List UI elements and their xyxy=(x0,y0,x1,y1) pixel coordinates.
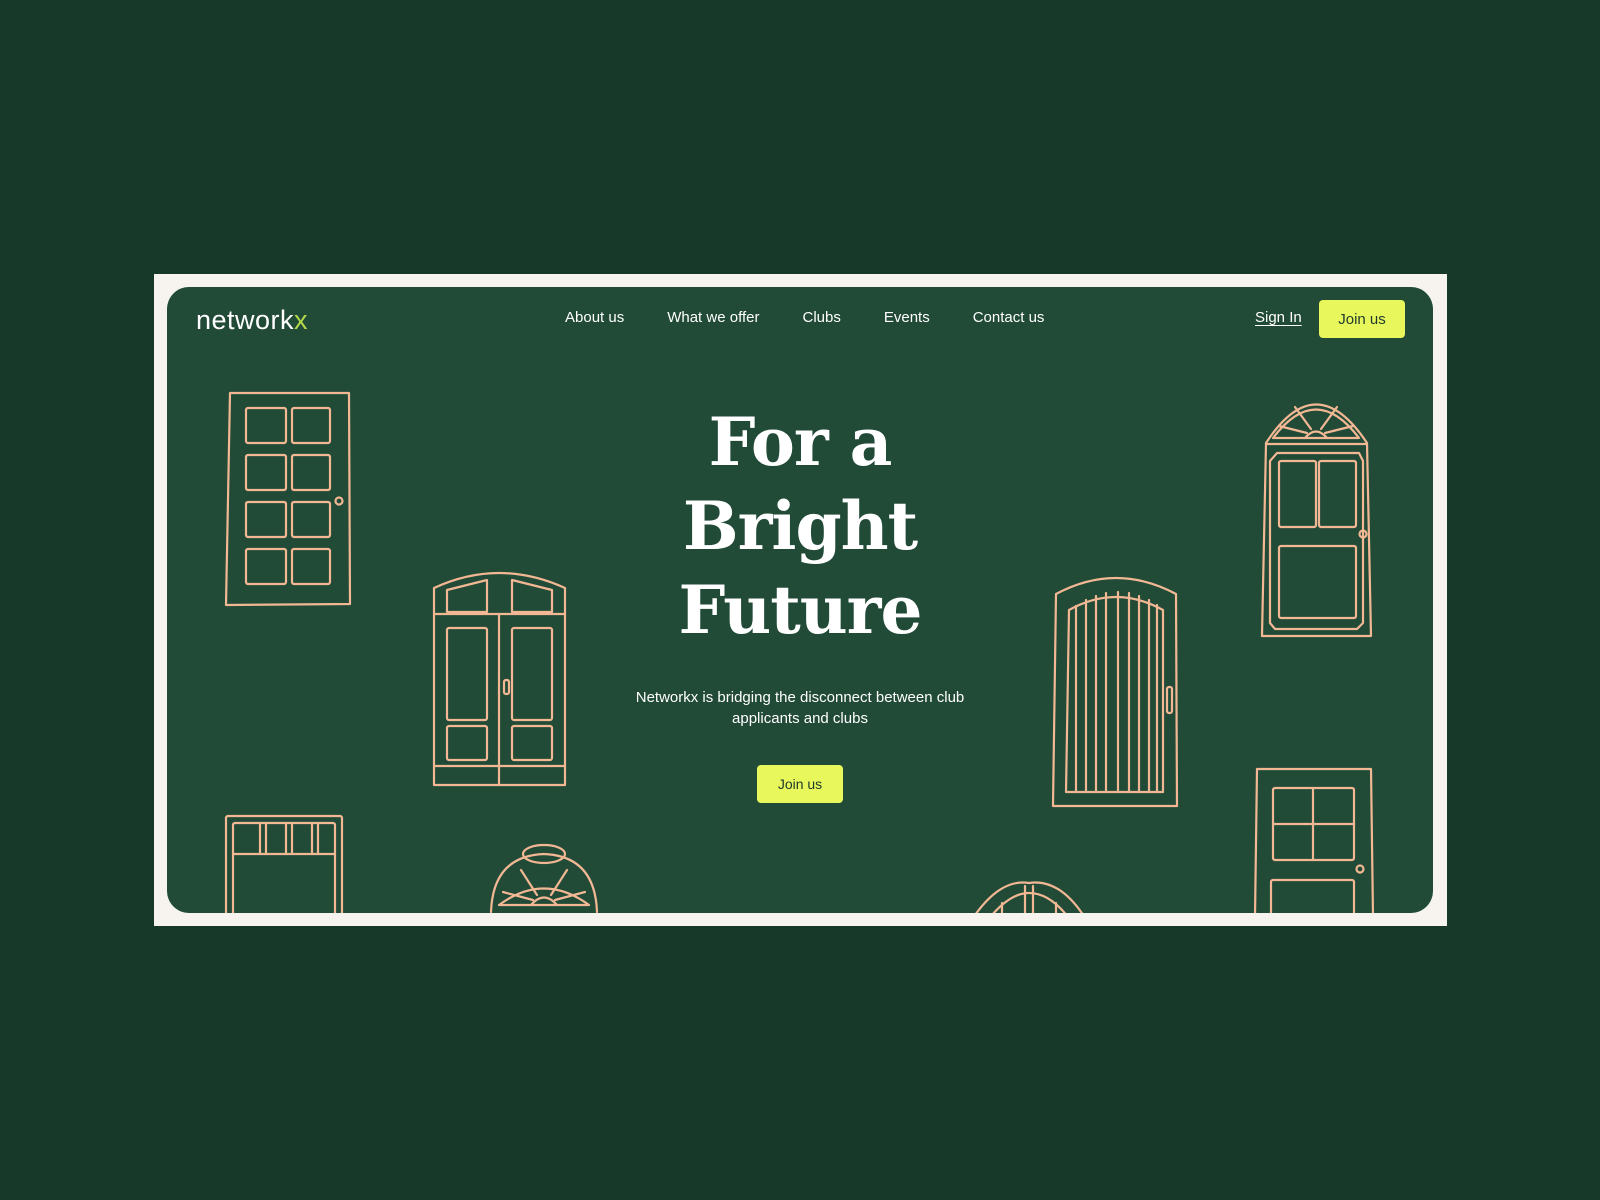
headline-line: Future xyxy=(678,571,923,649)
door-transom-icon xyxy=(224,814,344,913)
door-eight-panel-icon xyxy=(224,391,352,607)
headline-line: For a xyxy=(708,403,893,481)
logo-accent: x xyxy=(294,305,309,335)
hero-headline: For a Bright Future xyxy=(550,400,1050,652)
nav-events[interactable]: Events xyxy=(884,309,930,326)
nav-what-we-offer[interactable]: What we offer xyxy=(667,309,759,326)
door-fanlight-icon xyxy=(1260,403,1373,638)
door-fanlight-small-icon xyxy=(489,843,599,913)
nav-clubs[interactable]: Clubs xyxy=(802,309,840,326)
join-us-button-hero[interactable]: Join us xyxy=(757,765,843,803)
logo[interactable]: networkx xyxy=(196,305,308,336)
hero-section: networkx About us What we offer Clubs Ev… xyxy=(167,287,1433,913)
door-four-pane-icon xyxy=(1253,767,1375,913)
browser-frame: networkx About us What we offer Clubs Ev… xyxy=(154,274,1447,926)
sign-in-link[interactable]: Sign In xyxy=(1255,309,1302,326)
door-planked-arched-icon xyxy=(1051,576,1179,808)
nav-about-us[interactable]: About us xyxy=(565,309,624,326)
door-double-arched-icon xyxy=(432,571,567,787)
hero-subtitle: Networkx is bridging the disconnect betw… xyxy=(635,689,965,727)
join-us-button-header[interactable]: Join us xyxy=(1319,300,1405,338)
door-arched-bottom-icon xyxy=(975,881,1084,913)
main-nav: About us What we offer Clubs Events Cont… xyxy=(565,309,1087,326)
nav-contact-us[interactable]: Contact us xyxy=(973,309,1045,326)
logo-text: network xyxy=(196,305,295,335)
headline-line: Bright xyxy=(682,487,918,565)
